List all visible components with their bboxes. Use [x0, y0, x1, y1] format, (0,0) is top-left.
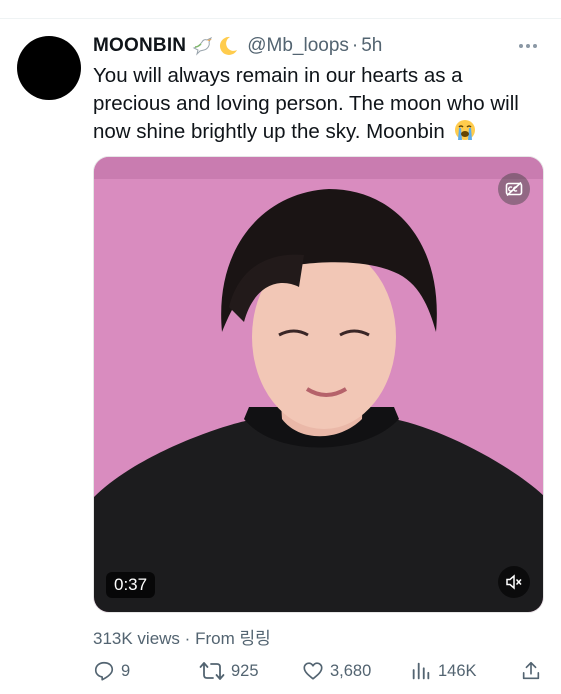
display-name[interactable]: MOONBIN: [93, 35, 186, 57]
meta-separator: ·: [184, 629, 191, 648]
heart-icon: [303, 662, 323, 680]
retweet-count: 925: [231, 661, 259, 680]
reply-button[interactable]: 9: [93, 656, 130, 686]
handle[interactable]: @Mb_loops: [247, 35, 349, 57]
tweet-text: You will always remain in our hearts as …: [93, 62, 533, 146]
name-emojis: [192, 35, 239, 57]
action-bar: 9 925 3,680 146K: [93, 656, 545, 686]
view-count-text: 313K views: [93, 629, 180, 648]
like-count: 3,680: [330, 661, 372, 680]
top-divider: [0, 0, 561, 19]
more-options-icon[interactable]: [513, 33, 543, 59]
tweet-meta: 313K views · From 링링: [93, 624, 271, 649]
reply-count: 9: [121, 661, 131, 680]
dove-emoji: [192, 36, 213, 56]
share-icon: [522, 661, 540, 680]
tweet-header: MOONBIN @Mb_loops · 5h: [93, 33, 543, 59]
video-frame: [94, 157, 543, 612]
like-button[interactable]: 3,680: [302, 656, 371, 686]
video-source-text[interactable]: From 링링: [195, 629, 271, 648]
retweet-button[interactable]: 925: [199, 656, 259, 686]
reply-icon: [94, 661, 114, 681]
retweet-icon: [199, 662, 225, 680]
video-player[interactable]: 0:37: [93, 156, 544, 613]
video-duration: 0:37: [106, 572, 156, 598]
loudly-crying-face-emoji: [455, 120, 476, 140]
views-button[interactable]: 146K: [410, 656, 477, 686]
captions-off-icon[interactable]: [498, 173, 530, 205]
analytics-icon: [412, 662, 430, 680]
muted-speaker-icon[interactable]: [498, 566, 530, 598]
views-count: 146K: [438, 661, 477, 680]
crescent-moon-emoji: [220, 36, 238, 55]
header-separator: ·: [351, 35, 359, 56]
share-button[interactable]: [520, 656, 542, 686]
timestamp[interactable]: 5h: [361, 35, 382, 57]
avatar[interactable]: [17, 36, 81, 100]
